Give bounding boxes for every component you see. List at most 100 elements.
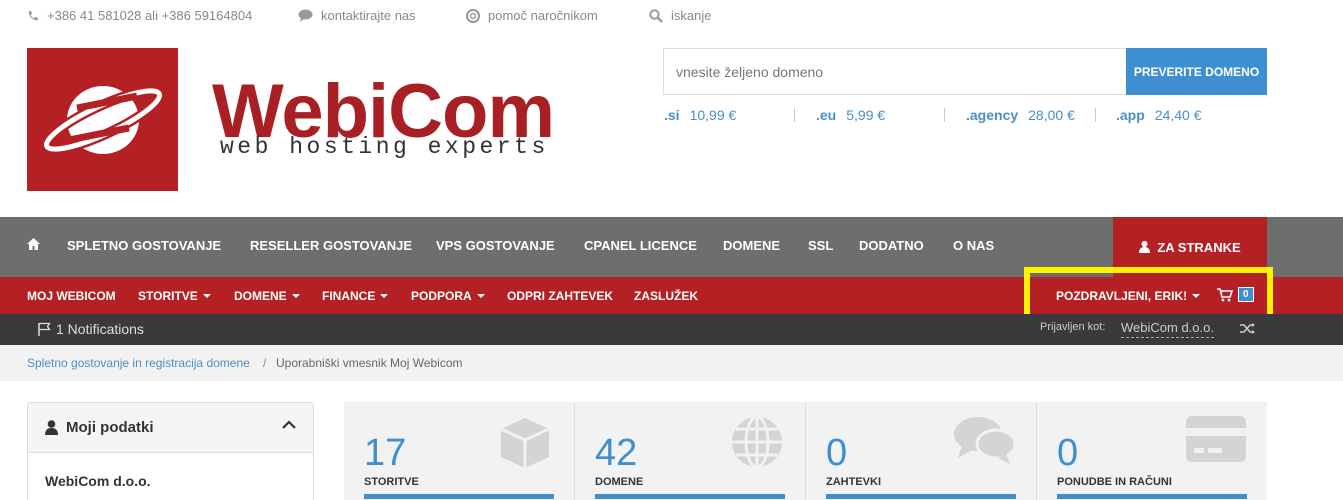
- price-ext: .agency: [966, 107, 1019, 123]
- stat-tile-zahtevki[interactable]: 0 ZAHTEVKI: [806, 402, 1037, 500]
- stat-label: PONUDBE IN RAČUNI: [1057, 476, 1172, 488]
- stat-bar: [595, 494, 785, 499]
- stats-tiles: 17 STORITVE 42 DOMENE 0 ZAHTEVKI 0 PONUD…: [344, 402, 1267, 500]
- cnav-label: PODPORA: [411, 289, 472, 303]
- price-ext: .eu: [816, 107, 837, 123]
- logo-tagline: web hosting experts: [220, 134, 549, 160]
- switch-account-button[interactable]: [1240, 322, 1255, 340]
- home-icon: [27, 238, 40, 250]
- nav-cpanel-licence[interactable]: CPANEL LICENCE: [584, 238, 697, 253]
- breadcrumb-current: Uporabniški vmesnik Moj Webicom: [276, 356, 463, 370]
- stat-bar: [364, 494, 554, 499]
- stat-label: STORITVE: [364, 476, 419, 488]
- nav-vps-gostovanje[interactable]: VPS GOSTOVANJE: [436, 238, 555, 253]
- logged-as-account[interactable]: WebiCom d.o.o.: [1121, 320, 1214, 338]
- credit-card-icon: [1186, 416, 1246, 462]
- lifebuoy-icon: [466, 8, 480, 23]
- user-icon: [45, 420, 58, 435]
- cnav-label: STORITVE: [138, 289, 198, 303]
- stat-tile-storitve[interactable]: 17 STORITVE: [344, 402, 575, 500]
- globe-icon: [732, 415, 782, 469]
- price-value: 28,00 €: [1028, 107, 1075, 123]
- search-text: iskanje: [671, 8, 712, 23]
- flag-icon: [38, 322, 51, 336]
- price-divider: [794, 108, 795, 122]
- phone-text: +386 41 581028 ali +386 59164804: [47, 8, 253, 23]
- price-ext: .si: [664, 107, 680, 123]
- help-link[interactable]: pomoč naročnikom: [466, 8, 598, 23]
- phone-link[interactable]: +386 41 581028 ali +386 59164804: [27, 8, 252, 23]
- cnav-label: DOMENE: [234, 289, 287, 303]
- nav-o-nas[interactable]: O NAS: [953, 238, 994, 253]
- stat-label: DOMENE: [595, 476, 644, 488]
- caret-down-icon: [202, 294, 211, 298]
- breadcrumb: Spletno gostovanje in registracija domen…: [0, 345, 1343, 381]
- price-value: 10,99 €: [689, 107, 737, 123]
- notifications-link[interactable]: 1 Notifications: [38, 321, 144, 337]
- stat-value: 17: [364, 432, 407, 474]
- notifications-text: 1 Notifications: [56, 321, 144, 337]
- price-value: 5,99 €: [846, 107, 886, 123]
- user-icon: [1139, 241, 1151, 253]
- home-link[interactable]: [27, 238, 40, 253]
- logged-as-label: Prijavljen kot:: [1040, 321, 1106, 333]
- price-divider: [1095, 108, 1096, 122]
- panel-title: Moji podatki: [66, 419, 154, 436]
- stat-value: 0: [826, 432, 848, 474]
- cnav-zasluzek[interactable]: ZASLUŽEK: [634, 289, 698, 303]
- cnav-label: ODPRI ZAHTEVEK: [507, 289, 614, 303]
- cnav-label: MOJ WEBICOM: [27, 289, 116, 303]
- cnav-odpri-zahtevek[interactable]: ODPRI ZAHTEVEK: [507, 289, 613, 303]
- cnav-label: FINANCE: [322, 289, 376, 303]
- price-agency[interactable]: .agency 28,00 €: [966, 107, 1075, 123]
- price-si[interactable]: .si 10,99 €: [664, 107, 736, 123]
- planet-logo-icon: [41, 85, 165, 155]
- shuffle-icon: [1240, 323, 1255, 334]
- caret-down-icon: [291, 294, 300, 298]
- notification-bar: 1 Notifications Prijavljen kot: WebiCom …: [0, 314, 1343, 345]
- cnav-podpora[interactable]: PODPORA: [411, 289, 485, 303]
- nav-spletno-gostovanje[interactable]: SPLETNO GOSTOVANJE: [67, 238, 221, 253]
- my-details-panel: Moji podatki WebiCom d.o.o.: [27, 402, 314, 500]
- contact-text: kontaktirajte nas: [321, 8, 416, 23]
- cnav-finance[interactable]: FINANCE: [322, 289, 389, 303]
- stat-tile-ponudbe[interactable]: 0 PONUDBE IN RAČUNI: [1037, 402, 1268, 500]
- price-app[interactable]: .app 24,40 €: [1116, 107, 1202, 123]
- nav-domene[interactable]: DOMENE: [723, 238, 780, 253]
- cnav-label: ZASLUŽEK: [634, 289, 698, 303]
- nav-ssl[interactable]: SSL: [808, 238, 833, 253]
- price-eu[interactable]: .eu 5,99 €: [816, 107, 885, 123]
- comments-icon: [954, 417, 1016, 464]
- cnav-moj-webicom[interactable]: MOJ WEBICOM: [27, 289, 116, 303]
- stat-bar: [826, 494, 1016, 499]
- panel-header[interactable]: Moji podatki: [28, 403, 313, 453]
- breadcrumb-separator: /: [263, 356, 267, 370]
- nav-dodatno[interactable]: DODATNO: [859, 238, 924, 253]
- price-value: 24,40 €: [1154, 107, 1202, 123]
- logo-mark[interactable]: [27, 48, 178, 191]
- stat-bar: [1057, 494, 1247, 499]
- clients-label: ZA STRANKE: [1157, 239, 1241, 255]
- comment-icon: [298, 9, 313, 22]
- panel-company: WebiCom d.o.o.: [45, 473, 151, 489]
- search-icon: [649, 8, 663, 23]
- cnav-storitve[interactable]: STORITVE: [138, 289, 211, 303]
- price-ext: .app: [1116, 107, 1145, 123]
- stat-tile-domene[interactable]: 42 DOMENE: [575, 402, 806, 500]
- breadcrumb-home[interactable]: Spletno gostovanje in registracija domen…: [27, 356, 250, 370]
- stat-value: 42: [595, 432, 638, 474]
- stat-value: 0: [1057, 432, 1079, 474]
- contact-link[interactable]: kontaktirajte nas: [298, 8, 416, 23]
- cube-icon: [500, 418, 550, 468]
- nav-reseller-gostovanje[interactable]: RESELLER GOSTOVANJE: [250, 238, 412, 253]
- price-divider: [944, 108, 945, 122]
- caret-down-icon: [380, 294, 389, 298]
- cnav-domene[interactable]: DOMENE: [234, 289, 300, 303]
- stat-label: ZAHTEVKI: [826, 476, 881, 488]
- phone-icon: [28, 10, 38, 20]
- chevron-up-icon[interactable]: [282, 420, 296, 429]
- domain-search-input[interactable]: [663, 48, 1126, 95]
- check-domain-button[interactable]: PREVERITE DOMENO: [1126, 48, 1267, 95]
- search-link[interactable]: iskanje: [649, 8, 711, 23]
- caret-down-icon: [476, 294, 485, 298]
